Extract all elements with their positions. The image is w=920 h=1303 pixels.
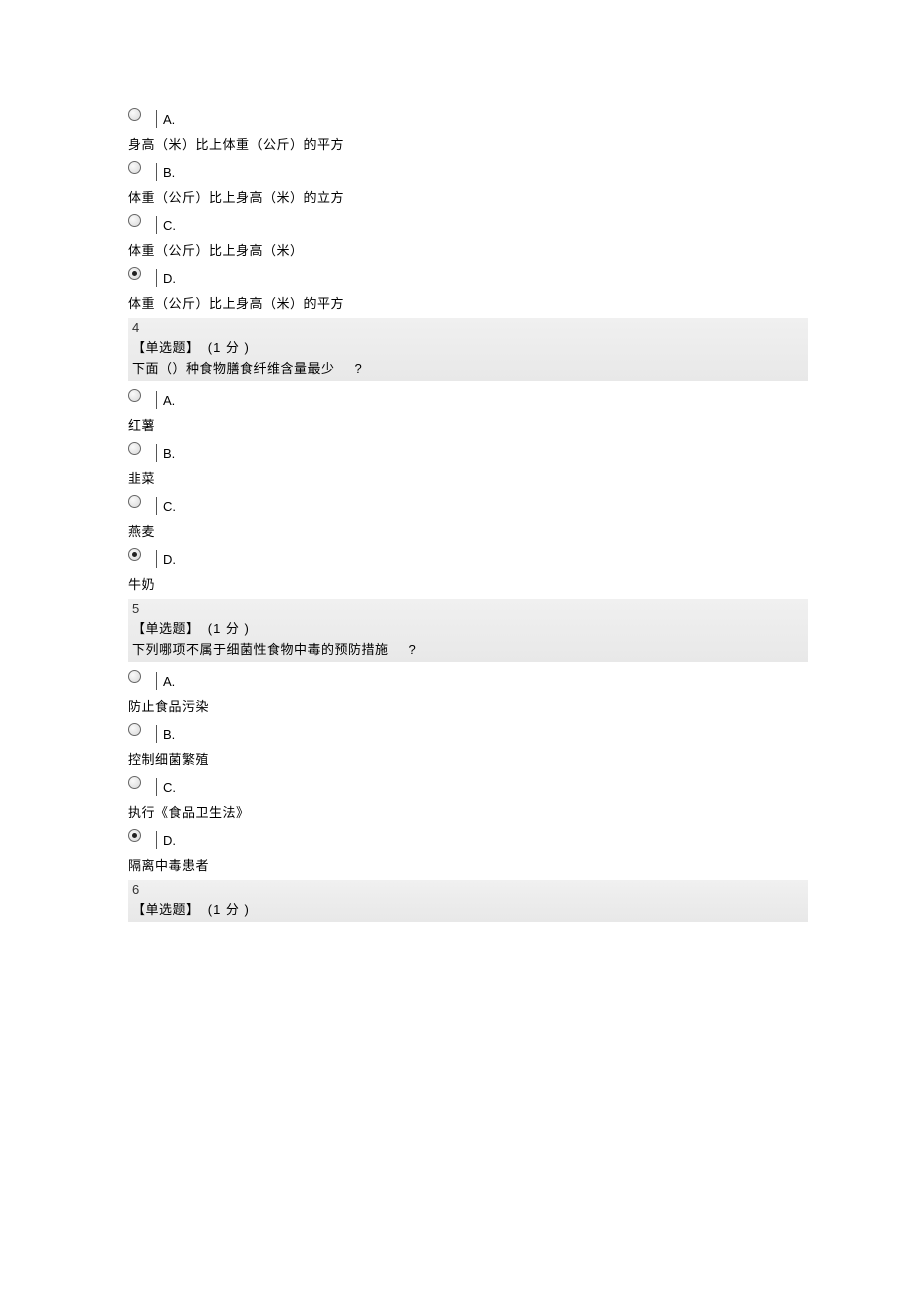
option-row[interactable]: C. <box>128 495 808 515</box>
option-letter: A. <box>163 112 175 128</box>
quiz-content: A. 身高（米）比上体重（公斤）的平方 B. 体重（公斤）比上身高（米）的立方 … <box>128 108 808 922</box>
option-letter: C. <box>163 780 176 796</box>
option-text: 体重（公斤）比上身高（米）的平方 <box>128 293 808 312</box>
divider <box>156 391 157 409</box>
question-5-header: 5 【单选题】 (1 分 ) 下列哪项不属于细菌性食物中毒的预防措施? <box>128 599 808 662</box>
option-text: 韭菜 <box>128 468 808 487</box>
radio-button[interactable] <box>128 495 142 509</box>
question-number: 6 <box>132 882 804 897</box>
divider <box>156 110 157 128</box>
radio-button[interactable] <box>128 670 142 684</box>
option-letter: B. <box>163 727 175 743</box>
question-4-options: A. 红薯 B. 韭菜 C. 燕麦 D. 牛奶 <box>128 389 808 593</box>
option-row[interactable]: A. <box>128 670 808 690</box>
option-text: 执行《食品卫生法》 <box>128 802 808 821</box>
divider <box>156 269 157 287</box>
radio-button[interactable] <box>128 389 142 403</box>
option-text: 防止食品污染 <box>128 696 808 715</box>
option-row[interactable]: C. <box>128 214 808 234</box>
question-3-options: A. 身高（米）比上体重（公斤）的平方 B. 体重（公斤）比上身高（米）的立方 … <box>128 108 808 312</box>
divider <box>156 550 157 568</box>
radio-button[interactable] <box>128 829 142 843</box>
option-row[interactable]: D. <box>128 267 808 287</box>
question-text: 下列哪项不属于细菌性食物中毒的预防措施? <box>132 639 804 658</box>
option-letter: C. <box>163 218 176 234</box>
option-text: 隔离中毒患者 <box>128 855 808 874</box>
option-text: 控制细菌繁殖 <box>128 749 808 768</box>
option-letter: D. <box>163 552 176 568</box>
option-letter: D. <box>163 833 176 849</box>
divider <box>156 216 157 234</box>
option-row[interactable]: B. <box>128 442 808 462</box>
radio-button[interactable] <box>128 161 142 175</box>
option-letter: B. <box>163 446 175 462</box>
question-text: 下面（）种食物膳食纤维含量最少? <box>132 358 804 377</box>
option-letter: B. <box>163 165 175 181</box>
divider <box>156 778 157 796</box>
question-type: 【单选题】 (1 分 ) <box>132 899 804 918</box>
option-row[interactable]: B. <box>128 161 808 181</box>
option-text: 牛奶 <box>128 574 808 593</box>
option-text: 身高（米）比上体重（公斤）的平方 <box>128 134 808 153</box>
question-number: 4 <box>132 320 804 335</box>
option-row[interactable]: D. <box>128 548 808 568</box>
option-row[interactable]: B. <box>128 723 808 743</box>
option-row[interactable]: A. <box>128 108 808 128</box>
divider <box>156 672 157 690</box>
radio-button[interactable] <box>128 442 142 456</box>
divider <box>156 725 157 743</box>
option-letter: A. <box>163 393 175 409</box>
divider <box>156 497 157 515</box>
question-4-header: 4 【单选题】 (1 分 ) 下面（）种食物膳食纤维含量最少? <box>128 318 808 381</box>
option-text: 体重（公斤）比上身高（米） <box>128 240 808 259</box>
option-row[interactable]: D. <box>128 829 808 849</box>
option-row[interactable]: C. <box>128 776 808 796</box>
question-6-header: 6 【单选题】 (1 分 ) <box>128 880 808 922</box>
question-type: 【单选题】 (1 分 ) <box>132 337 804 356</box>
option-text: 体重（公斤）比上身高（米）的立方 <box>128 187 808 206</box>
radio-button[interactable] <box>128 267 142 281</box>
question-5-options: A. 防止食品污染 B. 控制细菌繁殖 C. 执行《食品卫生法》 D. 隔离中毒… <box>128 670 808 874</box>
option-letter: C. <box>163 499 176 515</box>
radio-button[interactable] <box>128 214 142 228</box>
radio-button[interactable] <box>128 723 142 737</box>
question-number: 5 <box>132 601 804 616</box>
radio-button[interactable] <box>128 548 142 562</box>
option-text: 燕麦 <box>128 521 808 540</box>
radio-button[interactable] <box>128 776 142 790</box>
divider <box>156 444 157 462</box>
divider <box>156 831 157 849</box>
question-type: 【单选题】 (1 分 ) <box>132 618 804 637</box>
option-row[interactable]: A. <box>128 389 808 409</box>
divider <box>156 163 157 181</box>
option-letter: A. <box>163 674 175 690</box>
option-text: 红薯 <box>128 415 808 434</box>
radio-button[interactable] <box>128 108 142 122</box>
option-letter: D. <box>163 271 176 287</box>
